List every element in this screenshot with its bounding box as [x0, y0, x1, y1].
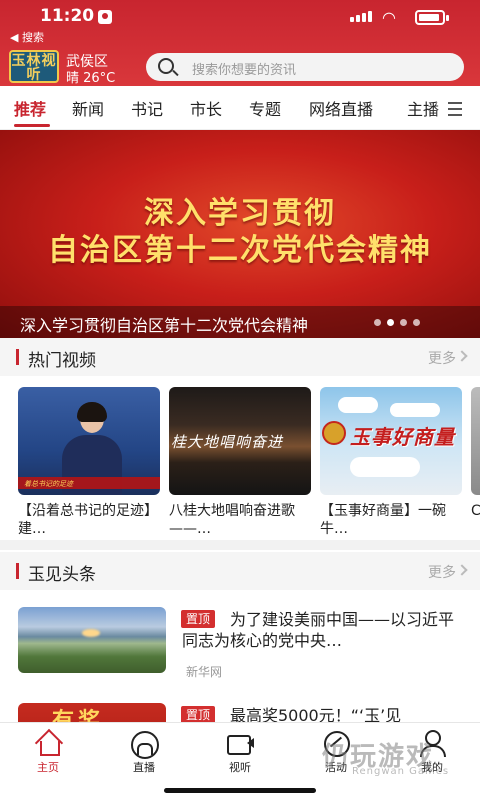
- video-card-partial[interactable]: C: [471, 387, 480, 538]
- back-to-search-link[interactable]: ◀ 搜索: [10, 29, 44, 45]
- video-icon: [225, 729, 255, 757]
- video-thumbnail[interactable]: 桂大地唱响奋进: [169, 387, 311, 495]
- nav-live[interactable]: 直播: [114, 729, 174, 775]
- news-source: 新华网: [186, 665, 223, 679]
- search-icon: [158, 58, 174, 74]
- nav-label: 直播: [133, 761, 155, 774]
- tab-recommend[interactable]: 推荐: [14, 96, 46, 120]
- search-placeholder: 搜索你想要的资讯: [192, 63, 297, 78]
- video-card[interactable]: 桂大地唱响奋进 八桂大地唱响奋进歌——…: [169, 387, 311, 538]
- watermark-sub: Rengwan Games: [352, 766, 450, 777]
- video-card[interactable]: 玉事好商量 【玉事好商量】一碗牛…: [320, 387, 462, 538]
- chevron-right-icon[interactable]: [456, 350, 468, 362]
- app-logo[interactable]: 玉林视听: [9, 50, 59, 83]
- hot-videos-title: 热门视频: [28, 351, 96, 371]
- signal-icon: [350, 11, 372, 22]
- battery-tip: [446, 15, 449, 21]
- tabs-menu-icon[interactable]: [448, 102, 462, 120]
- video-title[interactable]: 八桂大地唱响奋进歌——…: [169, 502, 311, 538]
- carousel-dot-active[interactable]: [387, 319, 394, 326]
- nav-video[interactable]: 视听: [210, 729, 270, 775]
- tab-mayor[interactable]: 市长: [190, 96, 222, 120]
- live-icon: [129, 729, 159, 759]
- banner-headline-2: 自治区第十二次党代会精神: [48, 233, 432, 268]
- news-title[interactable]: 为了建设美丽中国——以习近平同志为核心的党中央…: [182, 609, 462, 651]
- hot-videos-header: 热门视频 更多: [0, 338, 480, 376]
- section-accent: [16, 563, 19, 579]
- carousel-dots: [374, 319, 420, 326]
- home-indicator[interactable]: [164, 788, 316, 793]
- status-time: 11:20: [40, 6, 95, 26]
- headlines-header: 玉见头条 更多: [0, 552, 480, 590]
- home-icon: [33, 729, 63, 757]
- category-tabs: 推荐 新闻 书记 市长 专题 网络直播 主播: [0, 86, 480, 130]
- carousel-dot[interactable]: [374, 319, 381, 326]
- chevron-right-icon[interactable]: [456, 564, 468, 576]
- nav-home[interactable]: 主页: [18, 729, 78, 775]
- battery-icon: [415, 10, 445, 25]
- video-title[interactable]: 【玉事好商量】一碗牛…: [320, 502, 462, 538]
- status-bar: 11:20 ◠: [0, 6, 480, 30]
- emblem-icon: [322, 421, 346, 445]
- app-header: 11:20 ◠ ◀ 搜索 玉林视听 武侯区 晴 26°C 搜索你想要的资讯: [0, 0, 480, 86]
- video-title[interactable]: 【沿着总书记的足迹】建…: [18, 502, 160, 538]
- tab-live-stream[interactable]: 网络直播: [309, 96, 373, 120]
- section-gap: [0, 540, 480, 550]
- video-thumbnail[interactable]: [471, 387, 480, 495]
- hot-videos-more-link[interactable]: 更多: [428, 348, 456, 368]
- carousel-dot[interactable]: [400, 319, 407, 326]
- nav-label: 视听: [229, 761, 251, 774]
- video-card[interactable]: 着总书记的足迹 【沿着总书记的足迹】建…: [18, 387, 160, 538]
- section-accent: [16, 349, 19, 365]
- thumb-caption: 桂大地唱响奋进: [171, 433, 284, 451]
- wifi-icon: ◠: [382, 8, 396, 27]
- lock-icon: [98, 10, 112, 24]
- news-item[interactable]: 置顶 为了建设美丽中国——以习近平同志为核心的党中央… 新华网: [0, 607, 480, 703]
- tab-special[interactable]: 专题: [249, 96, 281, 120]
- thumb-caption: 玉事好商量: [350, 425, 455, 449]
- weather-label: 晴 26°C: [66, 71, 116, 86]
- headlines-more-link[interactable]: 更多: [428, 562, 456, 582]
- search-bar[interactable]: 搜索你想要的资讯: [146, 53, 464, 81]
- headlines-title: 玉见头条: [28, 565, 96, 585]
- news-image[interactable]: [18, 607, 166, 673]
- video-title[interactable]: C: [471, 502, 480, 538]
- tab-news[interactable]: 新闻: [72, 96, 104, 120]
- video-thumbnail[interactable]: 玉事好商量: [320, 387, 462, 495]
- video-thumbnail[interactable]: 着总书记的足迹: [18, 387, 160, 495]
- carousel-dot[interactable]: [413, 319, 420, 326]
- hero-banner[interactable]: 深入学习贯彻 自治区第十二次党代会精神 深入学习贯彻自治区第十二次党代会精神: [0, 130, 480, 338]
- active-tab-indicator: [14, 124, 50, 127]
- thumb-caption: 着总书记的足迹: [24, 480, 73, 488]
- nav-label: 主页: [37, 761, 59, 774]
- tab-secretary[interactable]: 书记: [131, 96, 163, 120]
